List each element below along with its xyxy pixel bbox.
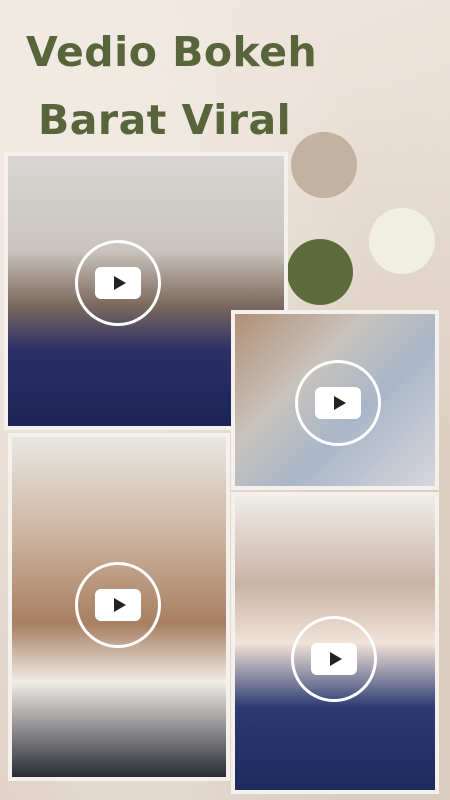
- play-icon: [95, 267, 141, 299]
- color-swatch-green: [287, 239, 353, 305]
- play-icon: [311, 643, 357, 675]
- color-swatch-cream: [369, 208, 435, 274]
- play-button-3[interactable]: [75, 562, 161, 648]
- title-line-1: Vedio Bokeh: [26, 28, 318, 76]
- play-icon: [95, 589, 141, 621]
- play-icon: [315, 387, 361, 419]
- play-button-4[interactable]: [291, 616, 377, 702]
- color-swatch-tan: [291, 132, 357, 198]
- play-button-1[interactable]: [75, 240, 161, 326]
- play-button-2[interactable]: [295, 360, 381, 446]
